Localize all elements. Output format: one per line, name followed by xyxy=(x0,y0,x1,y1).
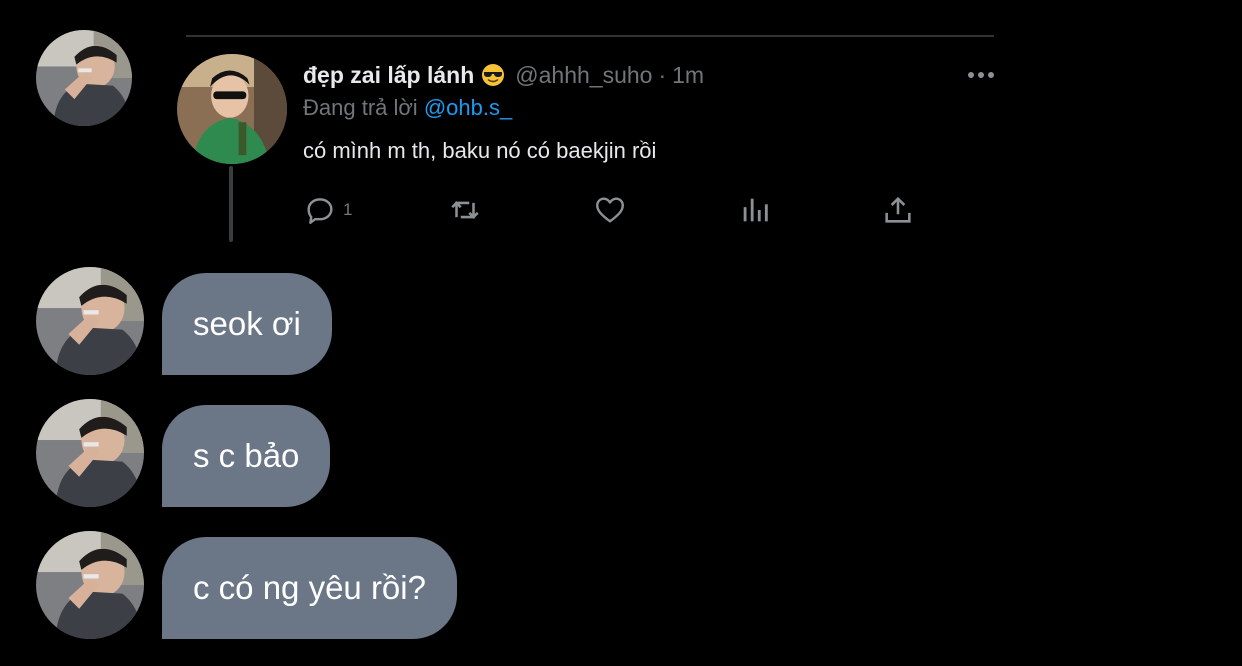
views-button[interactable] xyxy=(738,192,772,228)
separator: · xyxy=(658,61,667,88)
tweet-text: có mình m th, baku nó có baekjin rồi xyxy=(303,138,657,163)
display-name[interactable]: đẹp zai lấp lánh xyxy=(303,62,474,89)
share-button[interactable] xyxy=(881,192,915,228)
reply-button[interactable]: 1 xyxy=(303,192,352,228)
like-button[interactable] xyxy=(593,192,627,228)
message-bubble[interactable]: seok ơi xyxy=(162,273,332,375)
message-avatar[interactable] xyxy=(36,267,144,375)
share-icon xyxy=(885,196,911,223)
user-handle[interactable]: @ahhh_suho xyxy=(515,62,652,89)
replying-to: Đang trả lời @ohb.s_ xyxy=(303,95,512,121)
message-text: s c bảo xyxy=(193,437,300,474)
avatar[interactable] xyxy=(36,30,132,126)
message-avatar[interactable] xyxy=(36,399,144,507)
reply-icon xyxy=(307,198,333,224)
message-avatar[interactable] xyxy=(36,531,144,639)
message-text: c có ng yêu rồi? xyxy=(193,569,426,606)
reply-count: 1 xyxy=(343,200,353,219)
message-text: seok ơi xyxy=(193,305,301,342)
tweet-header: đẹp zai lấp lánh @ahhh_suho · 1m xyxy=(303,58,704,92)
message-bubble[interactable]: c có ng yêu rồi? xyxy=(162,537,457,639)
replying-prefix: Đang trả lời xyxy=(303,95,418,120)
more-icon[interactable] xyxy=(966,66,996,84)
retweet-button[interactable] xyxy=(448,192,482,228)
timestamp[interactable]: 1m xyxy=(672,62,704,89)
mention-link[interactable]: @ohb.s_ xyxy=(424,95,512,120)
smiling-face-with-sunglasses-icon xyxy=(482,64,505,86)
tweet-author-avatar[interactable] xyxy=(177,54,287,164)
analytics-icon xyxy=(743,198,768,222)
divider xyxy=(186,35,994,37)
thread-line xyxy=(229,166,233,242)
retweet-icon xyxy=(451,201,479,219)
heart-icon xyxy=(596,197,624,223)
message-bubble[interactable]: s c bảo xyxy=(162,405,331,507)
